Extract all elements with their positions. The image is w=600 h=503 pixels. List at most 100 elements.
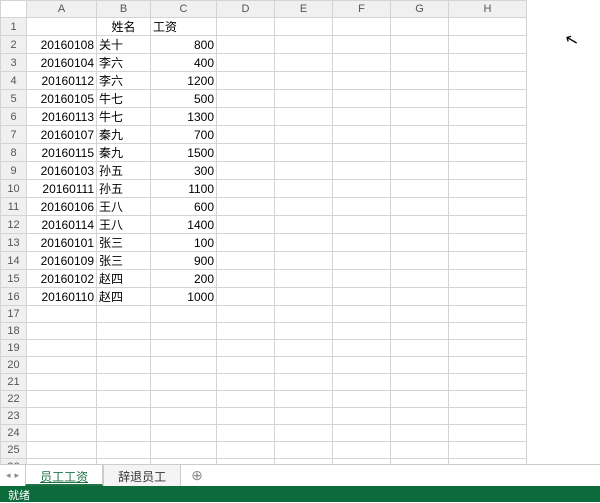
cell[interactable] bbox=[449, 323, 527, 340]
cell[interactable] bbox=[217, 90, 275, 108]
cell[interactable] bbox=[391, 306, 449, 323]
cell[interactable] bbox=[217, 234, 275, 252]
cell[interactable] bbox=[333, 72, 391, 90]
cell[interactable]: 20160107 bbox=[27, 126, 97, 144]
row-header[interactable]: 21 bbox=[1, 374, 27, 391]
row-header[interactable]: 23 bbox=[1, 408, 27, 425]
cell[interactable]: 李六 bbox=[97, 72, 151, 90]
col-header-G[interactable]: G bbox=[391, 1, 449, 18]
cell[interactable] bbox=[217, 18, 275, 36]
cell[interactable] bbox=[27, 340, 97, 357]
cell[interactable]: 300 bbox=[151, 162, 217, 180]
cell[interactable]: 400 bbox=[151, 54, 217, 72]
cell[interactable] bbox=[217, 252, 275, 270]
cell[interactable] bbox=[333, 357, 391, 374]
cell[interactable] bbox=[151, 374, 217, 391]
row-header[interactable]: 7 bbox=[1, 126, 27, 144]
cell[interactable] bbox=[391, 162, 449, 180]
cell[interactable]: 100 bbox=[151, 234, 217, 252]
cell[interactable]: 王八 bbox=[97, 216, 151, 234]
cell[interactable] bbox=[217, 442, 275, 459]
col-header-H[interactable]: H bbox=[449, 1, 527, 18]
cell[interactable] bbox=[391, 374, 449, 391]
cell[interactable] bbox=[449, 198, 527, 216]
row-header[interactable]: 10 bbox=[1, 180, 27, 198]
cell[interactable]: 20160101 bbox=[27, 234, 97, 252]
cell[interactable] bbox=[275, 357, 333, 374]
cell[interactable]: 20160114 bbox=[27, 216, 97, 234]
cell[interactable] bbox=[217, 126, 275, 144]
cell[interactable] bbox=[97, 306, 151, 323]
cell[interactable]: 20160102 bbox=[27, 270, 97, 288]
cell[interactable] bbox=[391, 90, 449, 108]
cell[interactable] bbox=[275, 408, 333, 425]
cell[interactable] bbox=[333, 162, 391, 180]
cell[interactable] bbox=[333, 54, 391, 72]
col-header-C[interactable]: C bbox=[151, 1, 217, 18]
sheet-tab-inactive[interactable]: 辞退员工 bbox=[103, 464, 181, 486]
cell[interactable]: 600 bbox=[151, 198, 217, 216]
cell[interactable]: 牛七 bbox=[97, 108, 151, 126]
cell[interactable] bbox=[217, 216, 275, 234]
row-header[interactable]: 25 bbox=[1, 442, 27, 459]
cell[interactable]: 李六 bbox=[97, 54, 151, 72]
cell[interactable] bbox=[391, 408, 449, 425]
col-header-D[interactable]: D bbox=[217, 1, 275, 18]
cell[interactable] bbox=[391, 323, 449, 340]
cell[interactable] bbox=[449, 126, 527, 144]
cell[interactable]: 1400 bbox=[151, 216, 217, 234]
cell[interactable] bbox=[333, 144, 391, 162]
cell[interactable]: 1100 bbox=[151, 180, 217, 198]
cell[interactable] bbox=[217, 54, 275, 72]
cell[interactable] bbox=[275, 216, 333, 234]
row-header[interactable]: 2 bbox=[1, 36, 27, 54]
col-header-E[interactable]: E bbox=[275, 1, 333, 18]
tab-nav-next-icon[interactable]: ▸ bbox=[15, 470, 20, 481]
row-header[interactable]: 9 bbox=[1, 162, 27, 180]
cell[interactable] bbox=[449, 270, 527, 288]
cell[interactable] bbox=[449, 216, 527, 234]
cell[interactable] bbox=[333, 425, 391, 442]
cell[interactable] bbox=[449, 425, 527, 442]
cell[interactable] bbox=[151, 408, 217, 425]
col-header-F[interactable]: F bbox=[333, 1, 391, 18]
cell[interactable] bbox=[217, 180, 275, 198]
cell[interactable] bbox=[449, 108, 527, 126]
cell[interactable]: 20160115 bbox=[27, 144, 97, 162]
cell[interactable] bbox=[333, 198, 391, 216]
cell[interactable] bbox=[391, 425, 449, 442]
cell[interactable] bbox=[217, 270, 275, 288]
cell[interactable] bbox=[275, 288, 333, 306]
cell[interactable]: 秦九 bbox=[97, 144, 151, 162]
row-header[interactable]: 15 bbox=[1, 270, 27, 288]
cell[interactable] bbox=[449, 90, 527, 108]
cell[interactable] bbox=[275, 18, 333, 36]
cell[interactable] bbox=[449, 180, 527, 198]
cell[interactable] bbox=[449, 408, 527, 425]
row-header[interactable]: 5 bbox=[1, 90, 27, 108]
cell[interactable] bbox=[449, 340, 527, 357]
cell[interactable] bbox=[449, 391, 527, 408]
cell[interactable] bbox=[333, 216, 391, 234]
row-header[interactable]: 19 bbox=[1, 340, 27, 357]
cell[interactable] bbox=[449, 374, 527, 391]
cell[interactable] bbox=[97, 340, 151, 357]
select-all-corner[interactable] bbox=[1, 1, 27, 18]
row-header[interactable]: 20 bbox=[1, 357, 27, 374]
cell[interactable] bbox=[97, 357, 151, 374]
cell[interactable]: 20160111 bbox=[27, 180, 97, 198]
cell[interactable] bbox=[275, 126, 333, 144]
cell[interactable] bbox=[151, 340, 217, 357]
cell[interactable]: 20160112 bbox=[27, 72, 97, 90]
cell[interactable] bbox=[333, 340, 391, 357]
cell[interactable] bbox=[391, 442, 449, 459]
cell[interactable] bbox=[27, 442, 97, 459]
cell[interactable] bbox=[391, 36, 449, 54]
cell[interactable] bbox=[391, 198, 449, 216]
cell[interactable] bbox=[275, 54, 333, 72]
cell[interactable] bbox=[217, 425, 275, 442]
cell[interactable] bbox=[333, 391, 391, 408]
cell[interactable] bbox=[97, 323, 151, 340]
cell[interactable] bbox=[217, 198, 275, 216]
tab-nav-prev-icon[interactable]: ◂ bbox=[6, 470, 11, 481]
